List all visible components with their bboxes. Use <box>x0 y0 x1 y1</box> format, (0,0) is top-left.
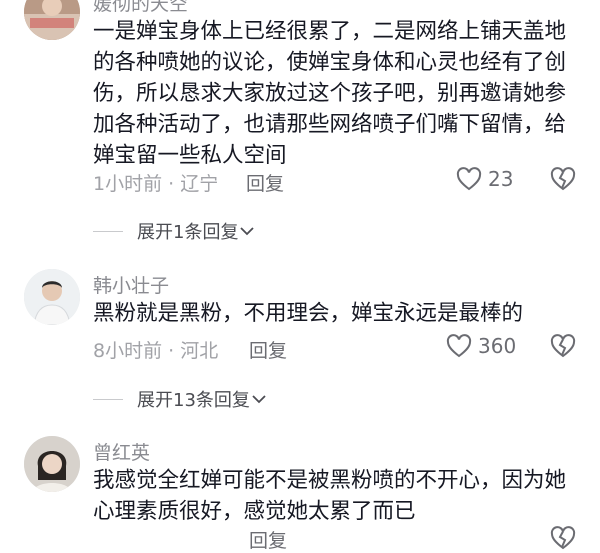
like-button[interactable]: 23 <box>456 167 513 191</box>
avatar[interactable] <box>24 0 80 40</box>
comment-text: 一是婵宝身体上已经很累了，二是网络上铺天盖地的各种喷她的议论，使婵宝身体和心灵也… <box>93 19 567 168</box>
avatar-image <box>24 436 80 492</box>
comment-meta: 1小时前 · 辽宁 <box>93 173 219 195</box>
like-count: 360 <box>478 334 517 358</box>
avatar[interactable] <box>24 269 80 325</box>
comment-text: 我感觉全红婵可能不是被黑粉喷的不开心，因为她心理素质很好，感觉她太累了而已 <box>93 468 567 524</box>
avatar-image <box>24 0 80 40</box>
expand-replies[interactable]: 展开13条回复 <box>93 386 266 412</box>
like-count: 23 <box>488 167 514 191</box>
expand-replies-label: 展开1条回复 <box>137 222 239 243</box>
chevron-down-icon <box>240 227 255 236</box>
divider <box>93 230 123 232</box>
avatar-image <box>24 269 80 325</box>
reply-button[interactable]: 回复 <box>249 336 287 363</box>
broken-heart-icon <box>550 167 576 191</box>
comment-meta: 8小时前 · 河北 <box>93 340 219 362</box>
reply-button[interactable]: 回复 <box>246 169 284 196</box>
reply-button[interactable]: 回复 <box>249 526 287 553</box>
expand-replies-label: 展开13条回复 <box>137 390 250 411</box>
comment-text: 黑粉就是黑粉，不用理会，婵宝永远是最棒的 <box>93 301 524 326</box>
comment-username[interactable]: 韩小壮子 <box>93 271 169 298</box>
dislike-button[interactable] <box>550 167 576 191</box>
expand-replies[interactable]: 展开1条回复 <box>93 218 255 244</box>
heart-outline-icon <box>456 167 482 191</box>
avatar[interactable] <box>24 436 80 492</box>
comment-username[interactable]: 媛彻的天空 <box>93 0 188 16</box>
heart-outline-icon <box>446 334 472 358</box>
broken-heart-icon <box>550 334 576 358</box>
divider <box>93 398 123 400</box>
broken-heart-icon <box>550 526 576 550</box>
chevron-down-icon <box>252 395 266 404</box>
comment-username[interactable]: 曾红英 <box>93 438 150 465</box>
like-button[interactable]: 360 <box>446 334 516 358</box>
dislike-button[interactable] <box>550 334 576 358</box>
dislike-button[interactable] <box>550 526 576 550</box>
